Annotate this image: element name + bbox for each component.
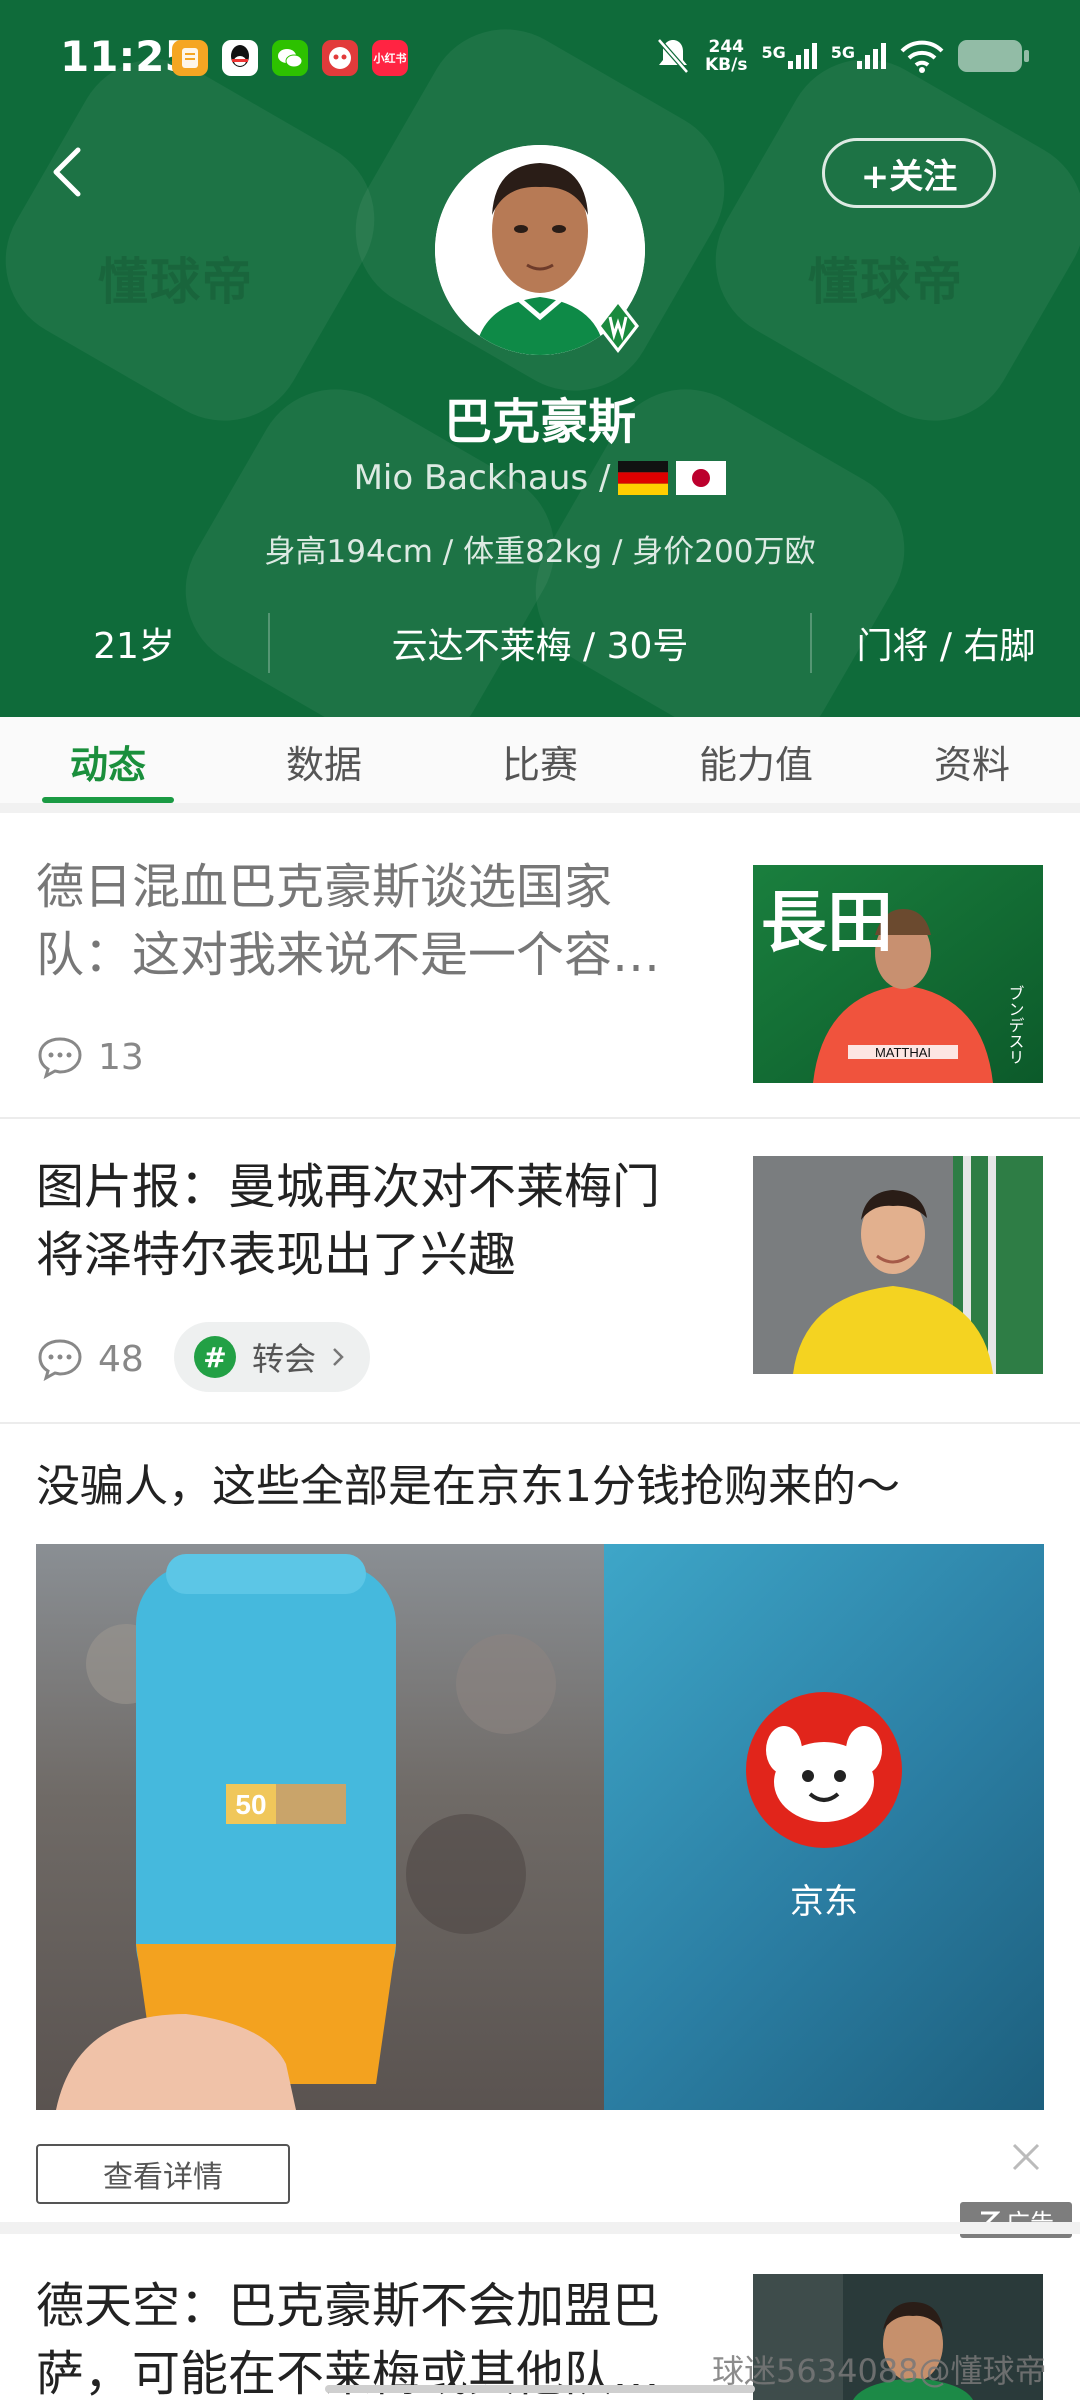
status-bar: 11:25 小红书 244 KB/s 5G 5G — [0, 0, 1080, 116]
tab-bar: 动态 数据 比赛 能力值 资料 — [0, 717, 1080, 813]
wifi-icon — [900, 40, 944, 73]
jd-brand-label: 京东 — [790, 1882, 858, 1922]
comment-icon — [38, 1037, 82, 1079]
mute-bell-icon — [657, 38, 689, 74]
thumb-text: 長田 — [761, 884, 893, 961]
news-item[interactable]: 图片报：曼城再次对不莱梅门将泽特尔表现出了兴趣 48 # 转会 — [0, 1119, 1080, 1424]
hashtag-icon: # — [194, 1336, 236, 1378]
user-watermark: 球迷5634088@懂球帝 — [712, 2352, 1047, 2390]
japan-flag-icon — [676, 461, 727, 495]
back-button[interactable] — [52, 142, 100, 202]
player-club-number[interactable]: 云达不莱梅 / 30号 — [270, 617, 810, 669]
player-position-foot: 门将 / 右脚 — [856, 626, 1036, 667]
brand-watermark: 懂球帝 — [808, 253, 964, 311]
chevron-right-icon — [333, 1348, 344, 1366]
tab-ability[interactable]: 能力值 — [648, 717, 864, 803]
player-en-name: Mio Backhaus / — [353, 458, 611, 498]
signal-bars-icon — [857, 43, 886, 69]
player-info-row: 21岁 云达不莱梅 / 30号 门将 / 右脚 — [0, 612, 1080, 674]
player-stats: 身高194cm / 体重82kg / 身价200万欧 — [264, 534, 816, 570]
svg-text:MATTHAI: MATTHAI — [875, 1045, 931, 1060]
news-title: 图片报：曼城再次对不莱梅门将泽特尔表现出了兴趣 — [36, 1159, 661, 1283]
close-icon — [1012, 2143, 1040, 2171]
section-divider — [0, 2222, 1080, 2234]
player-age: 21岁 — [93, 626, 175, 667]
germany-flag-icon — [618, 461, 669, 495]
home-indicator[interactable] — [325, 2385, 755, 2393]
player-name: 巴克豪斯 — [443, 394, 636, 450]
chevron-left-icon — [53, 147, 81, 197]
sunscreen-bottle: 50 — [56, 1554, 556, 2110]
system-status: 244 KB/s 5G 5G — [655, 36, 1029, 76]
news-thumbnail — [753, 1156, 1043, 1374]
goalkeeper-photo: MATTHAI 長田 ブンデスリ — [753, 865, 1043, 1083]
xiaohongshu-icon: 小红书 — [372, 40, 408, 76]
comment-icon — [38, 1339, 82, 1381]
player-en-row: Mio Backhaus / — [0, 458, 1080, 498]
comment-count: 13 — [36, 1035, 144, 1079]
goalkeeper-photo — [753, 1156, 1043, 1374]
jd-logo-icon — [746, 1692, 902, 1848]
player-header: 懂球帝 懂球帝 11:25 小红书 244 KB/s 5G 5G +关注 巴克豪… — [0, 0, 1080, 717]
signal-2: 5G — [831, 43, 886, 69]
player-avatar-wrap — [435, 145, 645, 355]
tab-matches[interactable]: 比赛 — [432, 717, 648, 803]
svg-text:ブンデスリ: ブンデスリ — [1006, 985, 1025, 1065]
news-thumbnail: MATTHAI 長田 ブンデスリ — [753, 865, 1043, 1083]
ad-image[interactable]: 50 京东 — [36, 1544, 1044, 2110]
tab-profile[interactable]: 资料 — [864, 717, 1080, 803]
news-title: 德日混血巴克豪斯谈选国家队：这对我来说不是一个容易的决定 — [36, 859, 661, 983]
signal-1: 5G — [761, 43, 817, 69]
battery-icon — [958, 40, 1029, 72]
tab-data[interactable]: 数据 — [216, 717, 432, 803]
topic-tag-transfer[interactable]: # 转会 — [174, 1322, 371, 1392]
close-ad-button[interactable] — [1010, 2138, 1042, 2182]
net-speed: 244 KB/s — [705, 37, 748, 75]
follow-button[interactable]: +关注 — [822, 138, 996, 208]
view-details-button[interactable]: 查看详情 — [36, 2144, 290, 2204]
brand-watermark: 懂球帝 — [98, 253, 254, 311]
app-icon — [322, 40, 358, 76]
ad-product-photo: 50 — [36, 1544, 604, 2110]
ad-title[interactable]: 没骗人，这些全部是在京东1分钱抢购来的～ — [36, 1450, 900, 1514]
qq-icon — [222, 40, 258, 76]
werder-bremen-badge-icon — [597, 299, 639, 353]
wechat-icon — [272, 40, 308, 76]
tab-news[interactable]: 动态 — [0, 717, 216, 803]
jd-brand-panel: 京东 — [604, 1544, 1044, 2110]
signal-bars-icon — [787, 43, 817, 69]
news-item[interactable]: 德日混血巴克豪斯谈选国家队：这对我来说不是一个容易的决定 13 MATTHAI … — [0, 823, 1080, 1119]
notes-icon — [172, 40, 208, 76]
comment-count: 48 — [36, 1337, 144, 1381]
notification-icons: 小红书 — [172, 40, 408, 76]
svg-text:50: 50 — [235, 1789, 266, 1820]
news-title: 德天空：巴克豪斯不会加盟巴萨，可能在不莱梅或其他队出场 — [36, 2278, 661, 2400]
